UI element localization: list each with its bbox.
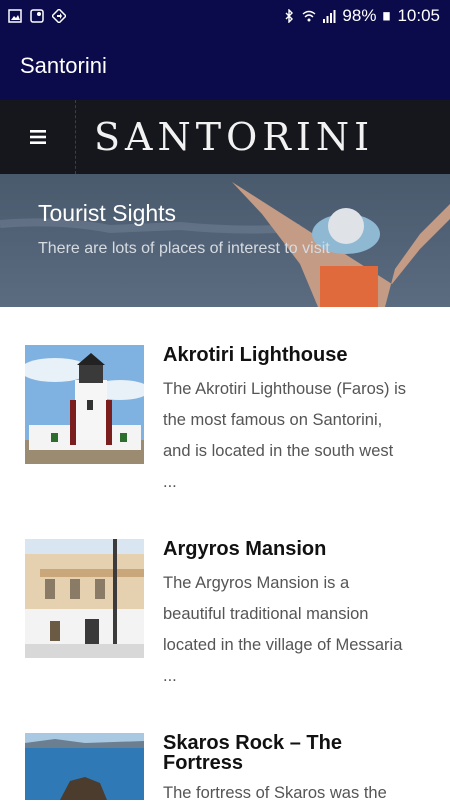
site-logo[interactable]: SANTORINI bbox=[76, 115, 374, 159]
item-excerpt: The Argyros Mansion is a beautiful tradi… bbox=[163, 574, 403, 685]
list-item[interactable]: Argyros Mansion The Argyros Mansion is a… bbox=[0, 539, 450, 699]
item-title[interactable]: Skaros Rock – The Fortress bbox=[163, 733, 342, 773]
clock: 10:05 bbox=[397, 6, 440, 25]
wifi-icon bbox=[302, 10, 316, 22]
hero-banner: Tourist Sights There are lots of places … bbox=[0, 174, 450, 307]
item-title[interactable]: Akrotiri Lighthouse bbox=[163, 345, 347, 365]
app-bar: Santorini bbox=[0, 32, 450, 100]
app-title: Santorini bbox=[20, 53, 107, 78]
hamburger-icon bbox=[29, 130, 46, 144]
menu-button[interactable] bbox=[0, 100, 76, 174]
item-excerpt: The Akrotiri Lighthouse (Faros) is the m… bbox=[163, 380, 407, 491]
list-item[interactable]: Skaros Rock – The Fortress The fortress … bbox=[0, 733, 450, 802]
skaros-rock-thumbnail bbox=[25, 733, 144, 800]
bluetooth-icon bbox=[285, 9, 294, 23]
site-header: SANTORINI bbox=[0, 100, 450, 174]
mansion-thumbnail bbox=[25, 539, 144, 658]
navigation-icon bbox=[52, 9, 66, 23]
hero-title: Tourist Sights bbox=[38, 200, 177, 226]
hero-subtitle: There are lots of places of interest to … bbox=[38, 240, 330, 257]
maps-icon bbox=[30, 9, 44, 23]
item-excerpt: The fortress of Skaros was the bbox=[163, 784, 387, 802]
status-bar: 98% 10:05 bbox=[0, 0, 450, 32]
item-title[interactable]: Argyros Mansion bbox=[163, 539, 326, 559]
signal-icon bbox=[323, 10, 336, 23]
gallery-icon bbox=[8, 9, 22, 23]
battery-icon bbox=[383, 12, 391, 21]
lighthouse-thumbnail bbox=[25, 345, 144, 464]
battery-percent: 98% bbox=[342, 6, 377, 25]
list-item[interactable]: Akrotiri Lighthouse The Akrotiri Lightho… bbox=[0, 345, 450, 505]
